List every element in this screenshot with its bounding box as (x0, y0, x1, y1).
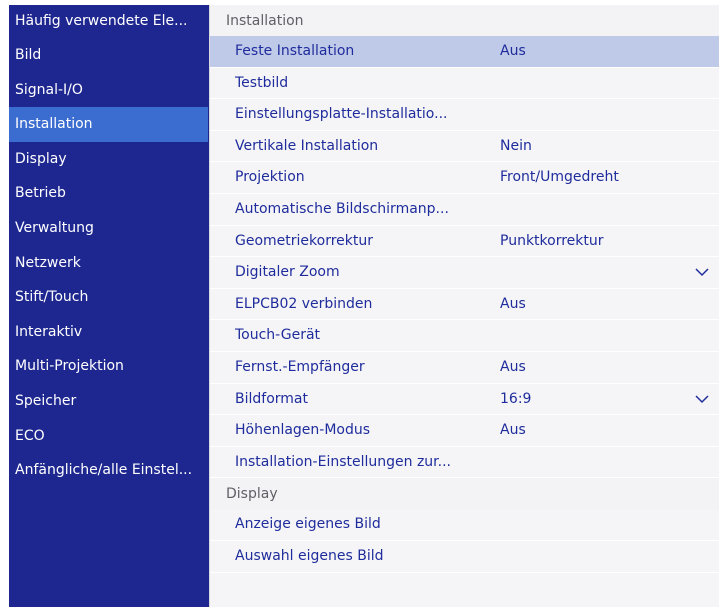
row-label: Digitaler Zoom (235, 264, 340, 281)
settings-panel: Installation Feste Installation Aus Test… (209, 5, 719, 607)
sidebar-item-anfaengliche-einstellungen[interactable]: Anfängliche/alle Einstel... (9, 453, 209, 488)
row-label: Testbild (235, 74, 289, 91)
menu-row-digitaler-zoom[interactable]: Digitaler Zoom (210, 257, 719, 289)
row-value: Nein (500, 137, 532, 154)
section-header-installation: Installation (210, 5, 719, 36)
sidebar-item-stift-touch[interactable]: Stift/Touch (9, 280, 209, 315)
row-value: Aus (500, 43, 526, 59)
menu-row-touch-geraet[interactable]: Touch-Gerät (210, 320, 719, 352)
row-label: Höhenlagen-Modus (235, 422, 371, 439)
row-label: Touch-Gerät (235, 327, 321, 344)
row-value: Front/Umgedreht (500, 169, 619, 186)
menu-row-elpcb02-verbinden[interactable]: ELPCB02 verbinden Aus (210, 289, 719, 321)
sidebar-item-signal-io[interactable]: Signal-I/O (9, 73, 209, 108)
row-label: Fernst.-Empfänger (235, 358, 365, 375)
sidebar-item-interaktiv[interactable]: Interaktiv (9, 315, 209, 350)
row-label: Bildformat (235, 390, 308, 407)
row-value: Punktkorrektur (500, 232, 604, 249)
menu-row-auswahl-eigenes-bild[interactable]: Auswahl eigenes Bild (210, 541, 719, 573)
row-label: Anzeige eigenes Bild (235, 516, 381, 533)
chevron-down-icon[interactable] (695, 393, 709, 405)
menu-row-installation-einstellungen-zuruecksetzen[interactable]: Installation-Einstellungen zur... (210, 447, 719, 479)
menu-row-vertikale-installation[interactable]: Vertikale Installation Nein (210, 131, 719, 163)
row-label: Automatische Bildschirmanp... (235, 200, 449, 217)
row-label: Geometriekorrektur (235, 232, 373, 249)
sidebar-item-betrieb[interactable]: Betrieb (9, 176, 209, 211)
row-value: Aus (500, 422, 526, 439)
menu-row-feste-installation[interactable]: Feste Installation Aus (210, 36, 719, 68)
row-label: Vertikale Installation (235, 137, 379, 154)
sidebar-item-installation[interactable]: Installation (9, 107, 208, 142)
section-header-display: Display (210, 478, 719, 510)
menu-row-einstellungsplatte-installation[interactable]: Einstellungsplatte-Installatio... (210, 99, 719, 131)
row-value: Aus (500, 358, 526, 375)
row-label: Auswahl eigenes Bild (235, 547, 384, 564)
menu-row-fernst-empfaenger[interactable]: Fernst.-Empfänger Aus (210, 352, 719, 384)
menu-window: Häufig verwendete Ele... Bild Signal-I/O… (9, 5, 719, 607)
sidebar-item-display[interactable]: Display (9, 142, 209, 177)
row-label: Installation-Einstellungen zur... (235, 453, 451, 470)
menu-row-testbild[interactable]: Testbild (210, 68, 719, 100)
row-label: ELPCB02 verbinden (235, 295, 373, 312)
menu-row-automatische-bildschirmanpassung[interactable]: Automatische Bildschirmanp... (210, 194, 719, 226)
sidebar-item-eco[interactable]: ECO (9, 419, 209, 454)
menu-row-geometriekorrektur[interactable]: Geometriekorrektur Punktkorrektur (210, 226, 719, 258)
row-value: Aus (500, 295, 526, 312)
chevron-down-icon[interactable] (695, 266, 709, 278)
sidebar-item-haeufig-verwendete[interactable]: Häufig verwendete Ele... (9, 5, 209, 38)
sidebar: Häufig verwendete Ele... Bild Signal-I/O… (9, 5, 209, 607)
sidebar-item-bild[interactable]: Bild (9, 38, 209, 73)
sidebar-item-verwaltung[interactable]: Verwaltung (9, 211, 209, 246)
row-value: 16:9 (500, 390, 532, 407)
sidebar-item-multi-projektion[interactable]: Multi-Projektion (9, 349, 209, 384)
menu-row-projektion[interactable]: Projektion Front/Umgedreht (210, 162, 719, 194)
row-label: Einstellungsplatte-Installatio... (235, 106, 448, 123)
row-label: Feste Installation (235, 43, 355, 59)
sidebar-item-speicher[interactable]: Speicher (9, 384, 209, 419)
row-label: Projektion (235, 169, 305, 186)
menu-row-anzeige-eigenes-bild[interactable]: Anzeige eigenes Bild (210, 509, 719, 541)
menu-row-hoehenlagen-modus[interactable]: Höhenlagen-Modus Aus (210, 415, 719, 447)
sidebar-item-netzwerk[interactable]: Netzwerk (9, 246, 209, 281)
menu-row-bildformat[interactable]: Bildformat 16:9 (210, 384, 719, 416)
